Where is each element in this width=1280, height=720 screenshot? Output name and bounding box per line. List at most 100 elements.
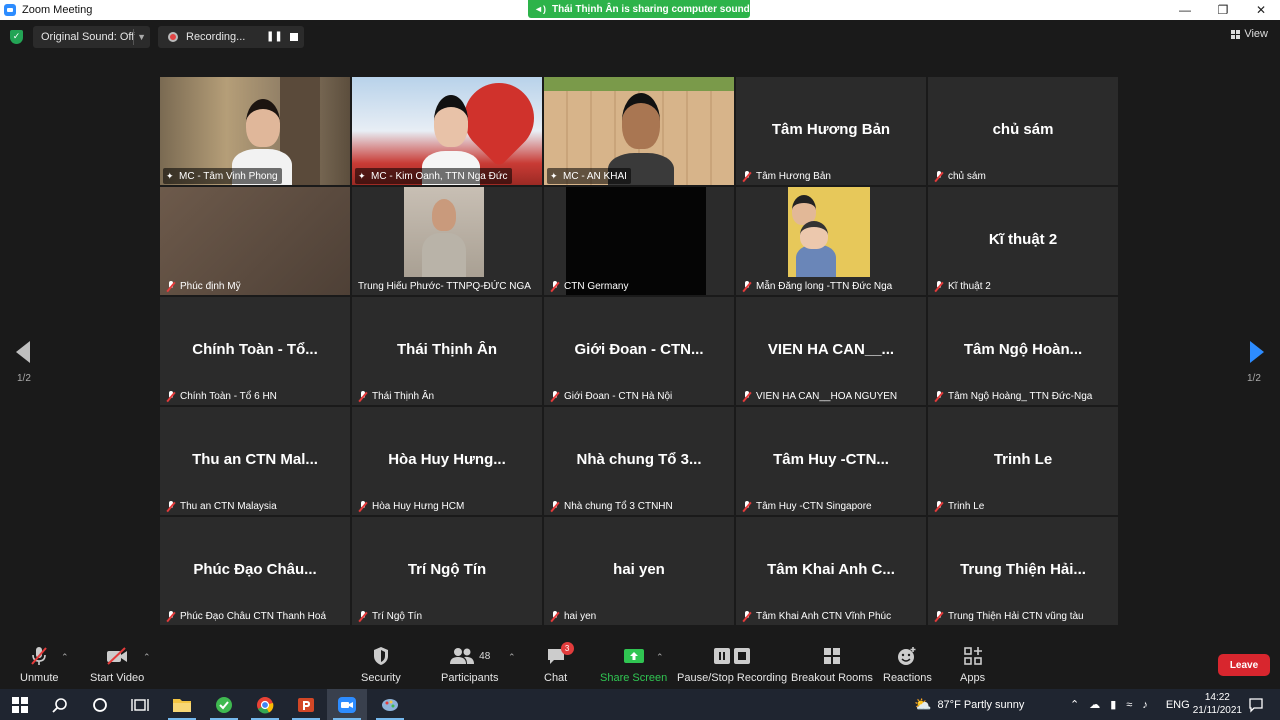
share-screen-button[interactable]: Share Screen — [600, 644, 667, 684]
participant-name-label: Chính Toàn - Tổ 6 HN — [163, 388, 281, 404]
volume-icon[interactable]: ♪ — [1142, 699, 1148, 711]
apps-label: Apps — [960, 672, 986, 684]
chat-button[interactable]: 3 Chat — [544, 642, 574, 684]
task-view-icon[interactable] — [120, 689, 160, 720]
participant-tile[interactable]: Tâm Ngộ Hoàn... Tâm Ngộ Hoàng_ TTN Đức-N… — [928, 297, 1118, 405]
cortana-icon[interactable] — [80, 689, 120, 720]
participant-tile[interactable]: Tâm Khai Anh C... Tâm Khai Anh CTN Vĩnh … — [736, 517, 926, 625]
view-button[interactable]: View — [1231, 28, 1268, 40]
participant-tile[interactable]: Thái Thịnh Ân Thái Thịnh Ân — [352, 297, 542, 405]
audio-options-chevron-icon[interactable]: ⌃ — [61, 652, 69, 663]
chevron-down-icon[interactable]: ▼ — [137, 28, 146, 46]
participant-tile[interactable]: Mẫn Đăng long -TTN Đức Nga — [736, 187, 926, 295]
minimize-icon[interactable]: — — [1166, 0, 1204, 20]
security-label: Security — [361, 672, 401, 684]
clock[interactable]: 14:22 21/11/2021 — [1193, 691, 1242, 717]
windows-start-icon[interactable] — [0, 689, 40, 720]
start-video-button[interactable]: Start Video — [90, 644, 144, 684]
mic-muted-icon — [934, 500, 944, 512]
person-head — [434, 95, 468, 147]
leave-button[interactable]: Leave — [1218, 654, 1270, 676]
participant-tile[interactable]: CTN Germany — [544, 187, 734, 295]
participant-tile[interactable]: Kĩ thuật 2 Kĩ thuật 2 — [928, 187, 1118, 295]
participant-tile[interactable]: Nhà chung Tổ 3... Nhà chung Tổ 3 CTNHN — [544, 407, 734, 515]
participant-name-label: Giới Đoan - CTN Hà Nội — [547, 388, 676, 404]
chrome-icon[interactable] — [245, 689, 285, 720]
security-button[interactable]: Security — [361, 644, 401, 684]
participant-display-name: Phúc Đạo Châu... — [193, 561, 317, 578]
participant-tile[interactable]: chủ sám chủ sám — [928, 77, 1118, 185]
participants-button[interactable]: 48 Participants — [441, 644, 498, 684]
unmute-button[interactable]: Unmute — [20, 644, 59, 684]
weather-widget[interactable]: ⛅ 87°F Partly sunny — [914, 689, 1024, 720]
previous-page-icon[interactable] — [16, 341, 30, 363]
participant-tile[interactable]: Tâm Huy -CTN... Tâm Huy -CTN Singapore — [736, 407, 926, 515]
participant-tile[interactable]: VIEN HA CAN__... VIEN HA CAN__HOA NGUYEN — [736, 297, 926, 405]
participant-tile[interactable]: Phúc Đạo Châu... Phúc Đạo Châu CTN Thanh… — [160, 517, 350, 625]
reactions-button[interactable]: Reactions — [883, 644, 932, 684]
page-indicator-right: 1/2 — [1247, 373, 1261, 384]
green-app-icon[interactable] — [204, 689, 244, 720]
stop-icon[interactable] — [290, 33, 298, 41]
zoom-taskbar-icon[interactable] — [327, 689, 367, 720]
participant-name-label: Tâm Khai Anh CTN Vĩnh Phúc — [739, 608, 895, 624]
language-indicator[interactable]: ENG — [1166, 699, 1190, 711]
participant-tile[interactable]: Trung Hiếu Phước- TTNPQ-ĐỨC NGA — [352, 187, 542, 295]
video-options-chevron-icon[interactable]: ⌃ — [143, 652, 151, 663]
file-explorer-icon[interactable] — [162, 689, 202, 720]
participant-display-name: Trí Ngộ Tín — [407, 561, 487, 578]
participant-tile[interactable]: Giới Đoan - CTN... Giới Đoan - CTN Hà Nộ… — [544, 297, 734, 405]
participant-tile[interactable]: Tâm Hương Bản Tâm Hương Bản — [736, 77, 926, 185]
participant-tile[interactable]: Hòa Huy Hưng... Hòa Huy Hưng HCM — [352, 407, 542, 515]
participants-label: Participants — [441, 672, 499, 684]
breakout-rooms-button[interactable]: Breakout Rooms — [791, 644, 873, 684]
participant-tile[interactable]: ✦ MC - Tâm Vinh Phong — [160, 77, 350, 185]
mic-muted-icon — [550, 500, 560, 512]
chevron-up-icon[interactable]: ⌃ — [1070, 698, 1079, 711]
pause-icon[interactable]: ❚❚ — [266, 31, 283, 42]
participant-tile[interactable]: ✦ MC - Kim Oanh, TTN Nga Đức — [352, 77, 542, 185]
pin-icon: ✦ — [550, 171, 558, 181]
apps-button[interactable]: Apps — [960, 644, 985, 684]
participant-tile[interactable]: Chính Toàn - Tổ... Chính Toàn - Tổ 6 HN — [160, 297, 350, 405]
next-page-icon[interactable] — [1250, 341, 1264, 363]
participant-name-label: Trinh Le — [931, 498, 988, 514]
participant-tile[interactable]: ✦ MC - AN KHAI — [544, 77, 734, 185]
participant-tile[interactable]: Thu an CTN Mal... Thu an CTN Malaysia — [160, 407, 350, 515]
participant-name-label: hai yen — [547, 608, 600, 624]
chat-label: Chat — [544, 672, 568, 684]
onedrive-icon[interactable]: ☁ — [1089, 698, 1100, 711]
participant-tile[interactable]: Trung Thiện Hải... Trung Thiện Hải CTN v… — [928, 517, 1118, 625]
powerpoint-icon[interactable] — [286, 689, 326, 720]
participants-chevron-icon[interactable]: ⌃ — [508, 652, 516, 663]
maximize-icon[interactable]: ❐ — [1204, 0, 1242, 20]
participant-name: Tâm Hương Bản — [756, 170, 831, 182]
shield-icon — [372, 644, 390, 668]
paint-app-icon[interactable] — [370, 689, 410, 720]
participant-name-label: Phúc Đạo Châu CTN Thanh Hoá — [163, 608, 330, 624]
participant-tile[interactable]: Trí Ngộ Tín Trí Ngộ Tín — [352, 517, 542, 625]
share-options-chevron-icon[interactable]: ⌃ — [656, 652, 664, 663]
participant-name: Thái Thịnh Ân — [372, 390, 435, 402]
chat-icon: 3 — [546, 642, 574, 668]
participant-tile[interactable]: hai yen hai yen — [544, 517, 734, 625]
original-sound-button[interactable]: Original Sound: Off ▼ — [33, 26, 150, 48]
participant-tile[interactable]: Trinh Le Trinh Le — [928, 407, 1118, 515]
video-feed — [404, 187, 484, 277]
notification-icon[interactable] — [1236, 689, 1276, 720]
mic-muted-icon — [934, 280, 944, 292]
wifi-icon[interactable]: ≈ — [1126, 699, 1132, 711]
participant-tile[interactable]: Phúc định Mỹ — [160, 187, 350, 295]
battery-icon[interactable]: ▮ — [1110, 698, 1116, 711]
encryption-shield-icon[interactable]: ✓ — [10, 30, 23, 44]
pin-icon: ✦ — [358, 171, 366, 181]
pause-stop-recording-button[interactable]: Pause/Stop Recording — [677, 644, 787, 684]
participant-name: Phúc định Mỹ — [180, 280, 241, 292]
recording-label: Recording... — [186, 31, 246, 43]
breakout-rooms-label: Breakout Rooms — [791, 672, 873, 684]
search-icon[interactable] — [40, 689, 80, 720]
participant-name: CTN Germany — [564, 280, 629, 292]
participant-display-name: chủ sám — [992, 121, 1054, 138]
page-indicator-left: 1/2 — [17, 373, 31, 384]
close-icon[interactable]: ✕ — [1242, 0, 1280, 20]
